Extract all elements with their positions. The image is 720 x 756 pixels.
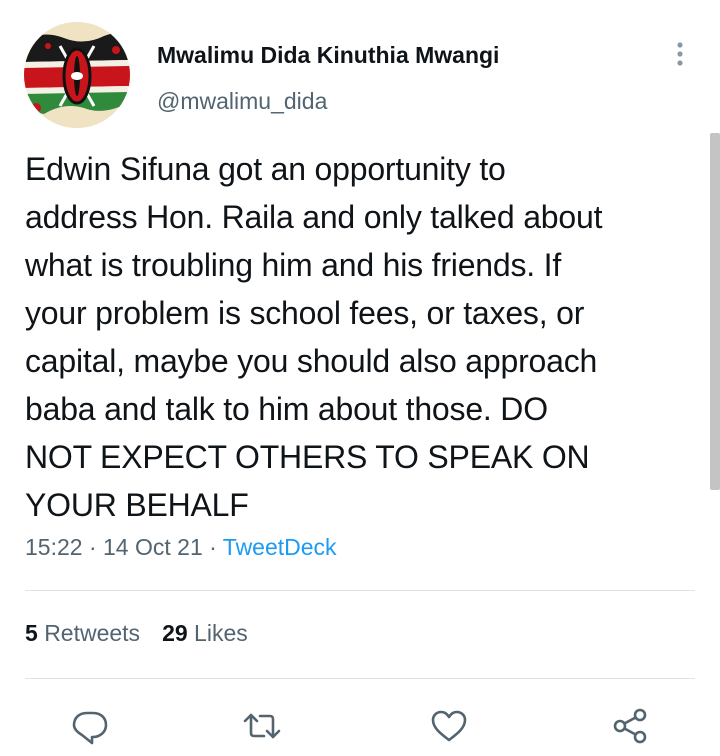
likes-label: Likes xyxy=(194,620,248,646)
meta-separator: · xyxy=(209,534,217,560)
share-icon[interactable] xyxy=(608,704,652,748)
engagement-stats: 5 Retweets 29 Likes xyxy=(25,620,248,647)
divider xyxy=(25,678,695,679)
retweets-stat[interactable]: 5 Retweets xyxy=(25,620,140,646)
retweets-count: 5 xyxy=(25,620,38,646)
meta-separator: · xyxy=(88,534,97,560)
more-options-icon[interactable] xyxy=(664,38,694,70)
scrollbar[interactable] xyxy=(710,133,720,490)
retweets-label: Retweets xyxy=(44,620,141,646)
divider xyxy=(25,590,695,591)
author-handle[interactable]: @mwalimu_dida xyxy=(157,88,327,115)
kenyan-flag-avatar-icon xyxy=(24,22,130,128)
retweet-icon[interactable] xyxy=(240,704,284,748)
like-icon[interactable] xyxy=(427,704,471,748)
tweet-source-link[interactable]: TweetDeck xyxy=(223,534,337,560)
reply-icon[interactable] xyxy=(68,704,112,748)
likes-stat[interactable]: 29 Likes xyxy=(162,620,248,646)
likes-count: 29 xyxy=(162,620,188,646)
tweet-date: 14 Oct 21 xyxy=(103,534,203,560)
tweet-metadata: 15:22 · 14 Oct 21 · TweetDeck xyxy=(25,534,337,561)
tweet-text: Edwin Sifuna got an opportunity to addre… xyxy=(25,151,603,523)
tweet-time: 15:22 xyxy=(25,534,83,560)
avatar[interactable] xyxy=(24,22,130,128)
author-display-name[interactable]: Mwalimu Dida Kinuthia Mwangi xyxy=(157,42,499,69)
